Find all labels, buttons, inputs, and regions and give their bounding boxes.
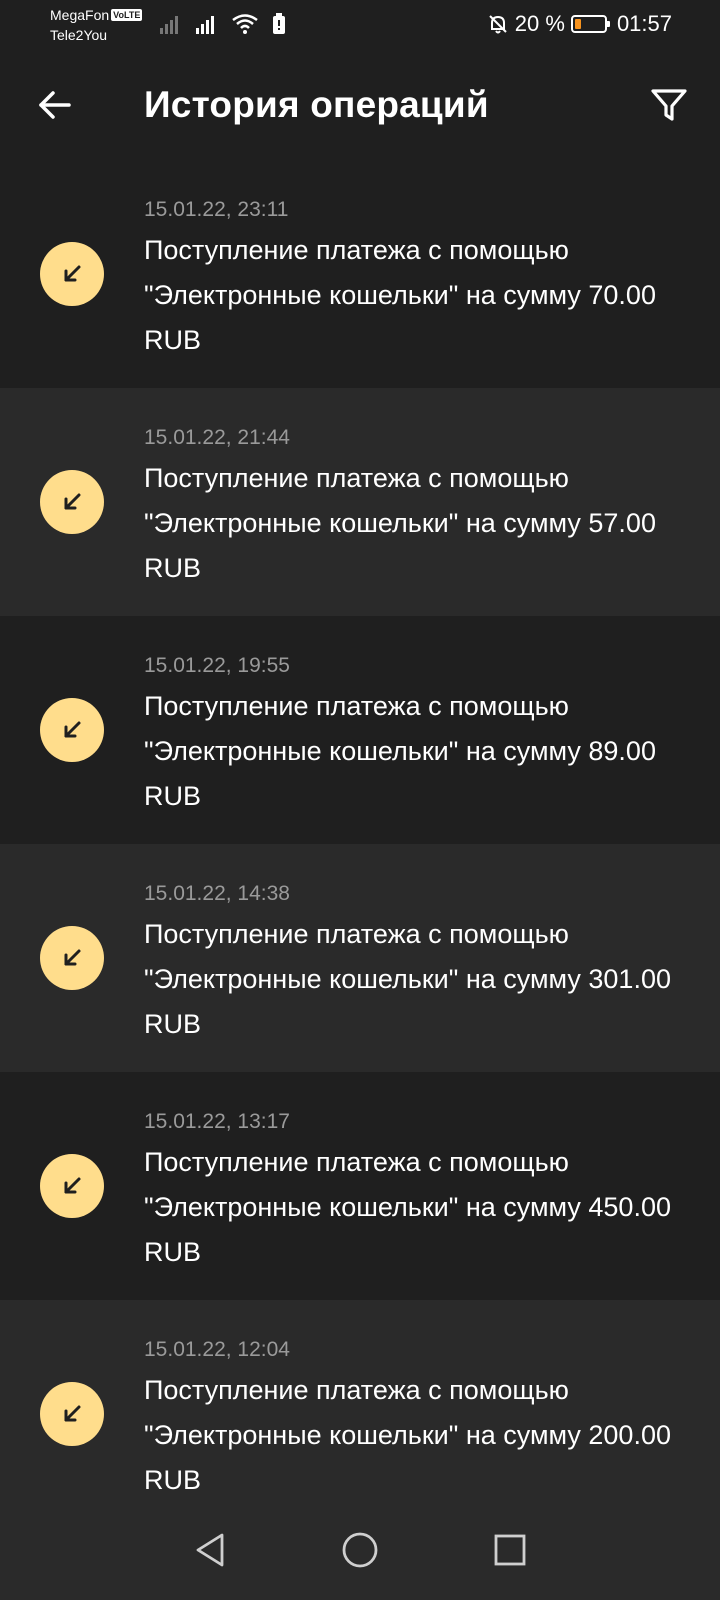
operation-description: Поступление платежа с помощью "Электронн… xyxy=(144,463,656,583)
operation-item[interactable]: 15.01.22, 21:44 Поступление платежа с по… xyxy=(0,388,720,616)
system-nav-bar xyxy=(0,1500,720,1600)
filter-icon xyxy=(651,89,687,121)
battery-level xyxy=(574,19,581,29)
back-button[interactable] xyxy=(30,80,80,130)
arrow-left-icon xyxy=(39,91,71,119)
nav-home-button[interactable] xyxy=(335,1525,385,1575)
carrier-info: MegaFon VoLTE Tele2You xyxy=(50,5,143,45)
signal-2-icon xyxy=(196,16,214,34)
nav-back-button[interactable] xyxy=(185,1525,235,1575)
battery-percent: 20 % xyxy=(514,11,565,36)
volte-badge: VoLTE xyxy=(111,9,143,21)
operation-description: Поступление платежа с помощью "Электронн… xyxy=(144,1375,671,1495)
status-bar: MegaFon VoLTE Tele2You 20 % 01:57 xyxy=(0,0,720,50)
operation-item[interactable]: 15.01.22, 13:17 Поступление платежа с по… xyxy=(0,1072,720,1300)
operation-description: Поступление платежа с помощью "Электронн… xyxy=(144,235,656,355)
nav-recents-button[interactable] xyxy=(485,1525,535,1575)
incoming-arrow-icon xyxy=(40,698,104,762)
page-title: История операций xyxy=(144,84,489,125)
incoming-arrow-icon xyxy=(40,926,104,990)
carrier-1-label: MegaFon xyxy=(50,7,110,23)
signal-1-icon xyxy=(160,16,178,34)
signal-icons xyxy=(160,12,286,36)
operation-description: Поступление платежа с помощью "Электронн… xyxy=(144,691,656,811)
carrier-2-label: Tele2You xyxy=(50,27,108,43)
operations-list: 15.01.22, 23:11 Поступление платежа с по… xyxy=(0,160,720,1540)
operation-date: 15.01.22, 21:44 xyxy=(144,426,290,449)
operation-date: 15.01.22, 13:17 xyxy=(144,1110,290,1133)
operation-date: 15.01.22, 14:38 xyxy=(144,882,290,905)
clock: 01:57 xyxy=(616,11,672,36)
operation-item[interactable]: 15.01.22, 19:55 Поступление платежа с по… xyxy=(0,616,720,844)
operation-description: Поступление платежа с помощью "Электронн… xyxy=(144,919,671,1039)
operation-date: 15.01.22, 23:11 xyxy=(144,198,289,221)
incoming-arrow-icon xyxy=(40,1154,104,1218)
wifi-icon xyxy=(232,14,258,34)
bell-off-icon xyxy=(489,15,507,34)
battery-saver-icon xyxy=(273,13,285,34)
circle-home-icon xyxy=(342,1532,378,1568)
operation-item[interactable]: 15.01.22, 14:38 Поступление платежа с по… xyxy=(0,844,720,1072)
operation-item[interactable]: 15.01.22, 23:11 Поступление платежа с по… xyxy=(0,160,720,388)
filter-button[interactable] xyxy=(644,80,694,130)
operation-date: 15.01.22, 19:55 xyxy=(144,654,290,677)
incoming-arrow-icon xyxy=(40,242,104,306)
app-bar: История операций xyxy=(0,50,720,160)
operation-description: Поступление платежа с помощью "Электронн… xyxy=(144,1147,671,1267)
triangle-back-icon xyxy=(196,1533,224,1567)
battery-icon xyxy=(570,15,610,33)
incoming-arrow-icon xyxy=(40,470,104,534)
square-recents-icon xyxy=(494,1534,526,1566)
status-right: 20 % 01:57 xyxy=(487,10,672,38)
operation-date: 15.01.22, 12:04 xyxy=(144,1338,290,1361)
incoming-arrow-icon xyxy=(40,1382,104,1446)
